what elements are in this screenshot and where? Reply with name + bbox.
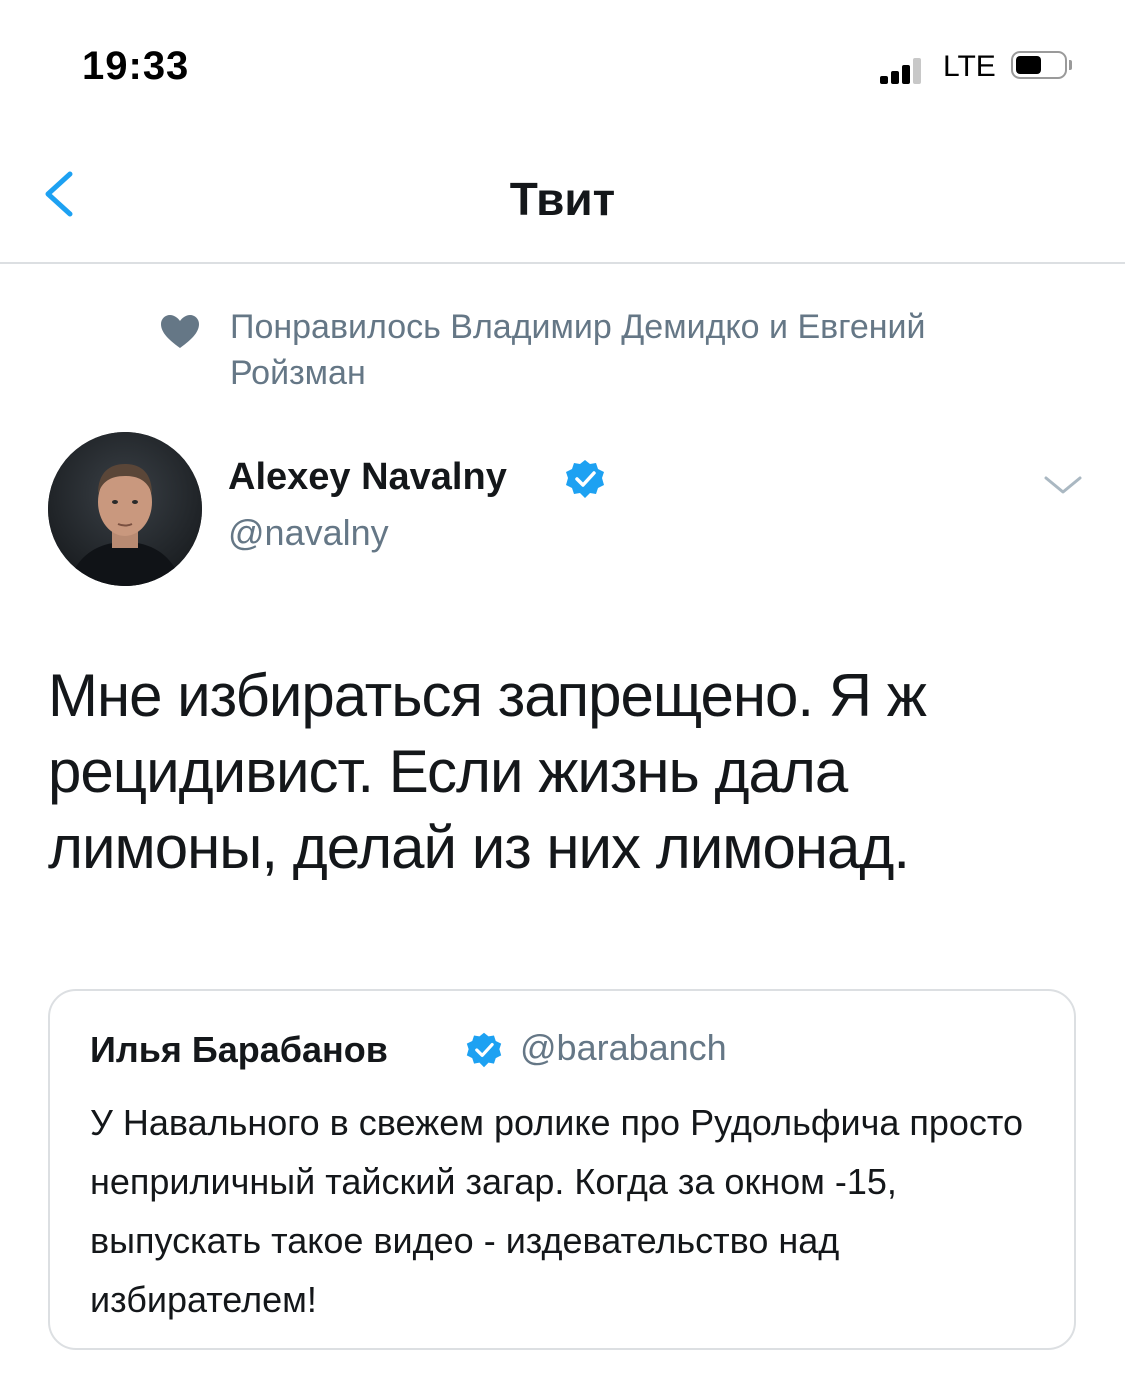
author-handle[interactable]: @navalny — [228, 512, 389, 554]
network-type: LTE — [943, 50, 996, 83]
signal-strength-icon — [880, 56, 930, 84]
avatar-photo — [48, 432, 202, 586]
author-name[interactable]: Alexey Navalny — [228, 456, 507, 499]
liked-by-text[interactable]: Понравилось Владимир Демидко и Евгений Р… — [230, 304, 950, 396]
chevron-down-icon — [1044, 476, 1082, 494]
tweet-options-button[interactable] — [1040, 470, 1086, 500]
quoted-author-handle: @barabanch — [520, 1027, 727, 1068]
avatar[interactable] — [48, 432, 202, 586]
page-title: Твит — [509, 173, 616, 225]
verified-badge-icon — [566, 460, 604, 498]
status-time: 19:33 — [82, 44, 190, 88]
heart-icon — [161, 315, 199, 348]
nav-bar: Твит — [0, 120, 1125, 264]
verified-badge-icon — [466, 1032, 502, 1068]
quoted-author-name: Илья Барабанов — [90, 1029, 388, 1070]
status-bar: 19:33 LTE — [0, 0, 1125, 120]
tweet-text: Мне избираться запрещено. Я ж рецидивист… — [48, 662, 927, 881]
quoted-tweet-card[interactable]: Илья Барабанов @barabanch У Навального в… — [48, 989, 1076, 1350]
battery-icon — [1011, 51, 1072, 81]
quoted-tweet-text: У Навального в свежем ролике про Рудольф… — [90, 1102, 1024, 1320]
